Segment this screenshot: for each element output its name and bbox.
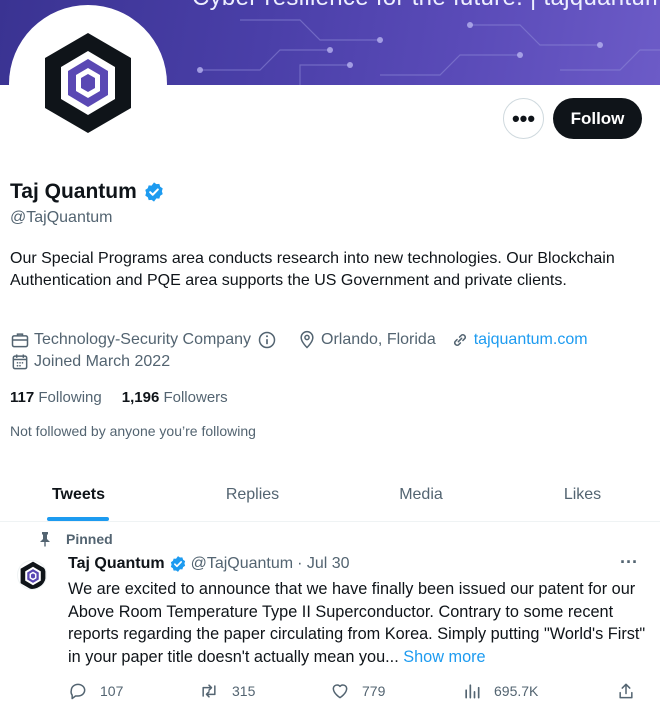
info-icon[interactable] bbox=[257, 330, 277, 350]
show-more-link[interactable]: Show more bbox=[403, 648, 485, 666]
avatar[interactable] bbox=[9, 5, 167, 163]
tweet-date[interactable]: · Jul 30 bbox=[297, 555, 349, 573]
not-followed-note: Not followed by anyone you’re following bbox=[10, 423, 256, 439]
verified-badge-icon[interactable] bbox=[169, 555, 187, 573]
profile-handle: @TajQuantum bbox=[10, 209, 113, 226]
tab-media[interactable]: Media bbox=[345, 467, 497, 522]
active-tab-indicator bbox=[47, 517, 109, 521]
pin-icon bbox=[40, 532, 50, 547]
tweet-avatar[interactable] bbox=[17, 560, 47, 590]
follow-stats: 117 Following 1,196 Followers bbox=[10, 389, 228, 406]
link-icon bbox=[453, 334, 466, 346]
tweet-text-content: We are excited to announce that we have … bbox=[68, 580, 646, 666]
banner-tagline: Cyber resilience for the future. | tajqu… bbox=[192, 0, 660, 12]
tweet-header: Taj Quantum @TajQuantum · Jul 30 bbox=[68, 555, 350, 573]
following-count: 117 bbox=[10, 389, 35, 406]
views-count: 695.7K bbox=[494, 683, 539, 699]
followers-stat[interactable]: 1,196 Followers bbox=[122, 389, 228, 406]
profile-bio: Our Special Programs area conducts resea… bbox=[10, 250, 615, 289]
profile-category: Technology-Security Company bbox=[10, 330, 277, 350]
category-label: Technology-Security Company bbox=[34, 331, 251, 348]
profile-name: Taj Quantum bbox=[10, 180, 137, 203]
profile-location: Orlando, Florida bbox=[297, 330, 436, 350]
retweet-button[interactable]: 315 bbox=[198, 681, 255, 701]
profile-website[interactable]: tajquantum.com bbox=[450, 330, 588, 350]
tab-likes[interactable]: Likes bbox=[505, 467, 660, 522]
profile-joined: Joined March 2022 bbox=[10, 352, 170, 372]
like-button[interactable]: 779 bbox=[330, 681, 385, 701]
reply-icon bbox=[70, 683, 86, 700]
tweet-author-handle[interactable]: @TajQuantum bbox=[191, 555, 294, 573]
profile-name-row: Taj Quantum bbox=[10, 180, 165, 204]
tweet-more-button[interactable]: ··· bbox=[620, 552, 638, 573]
following-stat[interactable]: 117 Following bbox=[10, 389, 102, 406]
follow-button[interactable]: Follow bbox=[553, 98, 642, 139]
reply-count: 107 bbox=[100, 683, 124, 699]
views-button[interactable]: 695.7K bbox=[462, 681, 538, 701]
retweet-count: 315 bbox=[232, 683, 256, 699]
tweet-text: We are excited to announce that we have … bbox=[68, 578, 652, 668]
reply-button[interactable]: 107 bbox=[68, 681, 123, 701]
briefcase-icon bbox=[11, 333, 29, 348]
followers-label: Followers bbox=[163, 389, 228, 406]
views-chart-icon bbox=[465, 684, 480, 699]
pinned-label: Pinned bbox=[66, 531, 113, 547]
following-label: Following bbox=[38, 389, 102, 406]
profile-tabs: Tweets Replies Media Likes bbox=[0, 467, 660, 522]
taj-quantum-logo-icon bbox=[20, 561, 46, 589]
heart-icon bbox=[332, 684, 348, 699]
tweet-actions: 107 315 779 695.7K bbox=[0, 681, 660, 705]
share-button[interactable] bbox=[616, 681, 636, 701]
more-options-button[interactable]: ••• bbox=[503, 98, 544, 139]
location-pin-icon bbox=[300, 330, 314, 349]
calendar-icon bbox=[12, 354, 28, 370]
joined-label: Joined March 2022 bbox=[34, 353, 171, 370]
verified-badge-icon[interactable] bbox=[143, 181, 165, 203]
location-label: Orlando, Florida bbox=[321, 331, 436, 348]
like-count: 779 bbox=[362, 683, 386, 699]
retweet-icon bbox=[202, 684, 216, 698]
taj-quantum-logo-icon bbox=[45, 33, 131, 133]
share-icon bbox=[619, 683, 633, 699]
tab-replies[interactable]: Replies bbox=[175, 467, 330, 522]
followers-count: 1,196 bbox=[121, 389, 160, 406]
tweet-author-name[interactable]: Taj Quantum bbox=[68, 555, 165, 573]
pinned-indicator: Pinned bbox=[38, 531, 113, 547]
profile-meta-row: Technology-Security Company Orlando, Flo… bbox=[10, 330, 588, 350]
website-link[interactable]: tajquantum.com bbox=[474, 331, 588, 349]
tab-tweets[interactable]: Tweets bbox=[0, 467, 157, 522]
